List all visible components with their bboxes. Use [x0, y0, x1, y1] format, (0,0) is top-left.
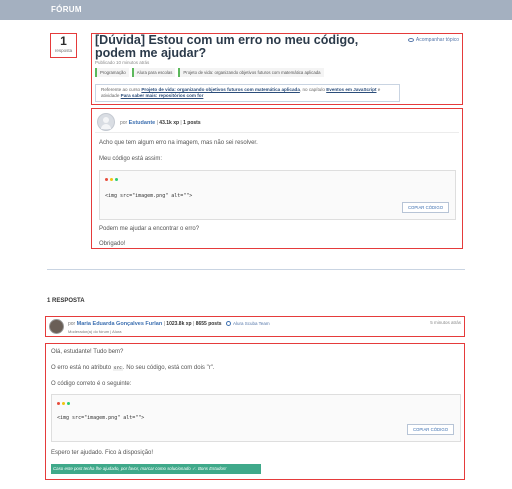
answer-paragraph: Olá, estudante! Tudo bem? — [51, 349, 124, 355]
course-link[interactable]: Projeto de vida: organizando objetivos f… — [141, 87, 300, 92]
answer-time: 5 minutos atrás — [430, 320, 461, 325]
follow-label: Acompanhar tópico — [415, 37, 459, 43]
tag[interactable]: Projeto de vida: organizando objetivos f… — [178, 68, 324, 77]
window-dots — [105, 178, 118, 181]
answer-author-meta: por Maria Eduarda Gonçalves Furlan | 102… — [68, 321, 270, 327]
question-paragraph: Obrigado! — [99, 241, 126, 247]
answer-paragraph: O código correto é o seguinte: — [51, 381, 132, 387]
answers-count-heading: 1 RESPOSTA — [47, 298, 85, 304]
yellow-dot-icon — [62, 402, 65, 405]
inline-code: src — [112, 366, 123, 371]
author-posts: 8655 posts — [195, 321, 222, 327]
green-dot-icon — [67, 402, 70, 405]
code-line: <img src="imagem.png" alt=""> — [57, 415, 145, 421]
author-posts: 1 posts — [183, 120, 201, 126]
avatar[interactable] — [49, 319, 64, 334]
window-dots — [57, 402, 70, 405]
question-author-meta: por Estudante | 43.1k xp | 1 posts — [120, 120, 201, 126]
tag[interactable]: Alura para escolas — [131, 68, 176, 77]
author-role: Moderador(a) do fórum | Alura — [68, 329, 122, 334]
yellow-dot-icon — [110, 178, 113, 181]
green-dot-icon — [115, 178, 118, 181]
answer-author-bar: por Maria Eduarda Gonçalves Furlan | 102… — [45, 316, 465, 337]
author-name[interactable]: Maria Eduarda Gonçalves Furlan — [77, 321, 163, 327]
topic-title: [Dúvida] Estou com um erro no meu código… — [95, 33, 359, 60]
code-block: <img src="imagem.png" alt=""> COPIAR CÓD… — [99, 170, 456, 220]
red-dot-icon — [57, 402, 60, 405]
tag-list: Programação Alura para escolas Projeto d… — [95, 68, 324, 77]
tag[interactable]: Programação — [95, 68, 129, 77]
solved-note: Caso este post tenha lhe ajudado, por fa… — [51, 464, 261, 474]
by-label: por — [68, 321, 76, 327]
follow-topic-button[interactable]: Acompanhar tópico — [407, 37, 459, 43]
answer-post: Olá, estudante! Tudo bem? O erro está no… — [45, 343, 465, 480]
answer-paragraph: Espero ter ajudado. Fico à disposição! — [51, 450, 154, 456]
team-label[interactable]: Alura Scuba Team — [233, 321, 270, 326]
question-paragraph: Acho que tem algum erro na imagem, mas n… — [99, 140, 258, 146]
forum-nav-label[interactable]: FÓRUM — [51, 5, 82, 14]
eye-icon — [407, 37, 414, 42]
answer-count-label: resposta — [54, 48, 73, 53]
author-xp: 43.1k xp — [159, 120, 180, 126]
team-icon — [225, 321, 231, 327]
question-post: por Estudante | 43.1k xp | 1 posts Acho … — [91, 108, 463, 249]
divider — [47, 269, 465, 270]
chapter-link[interactable]: Eventos em JavaScript — [326, 87, 376, 92]
topic-header: [Dúvida] Estou com um erro no meu código… — [91, 33, 463, 105]
answer-counter: 1 resposta — [50, 33, 77, 58]
posted-time: Publicado 10 minutos atrás — [95, 60, 150, 65]
top-bar: FÓRUM — [0, 0, 512, 20]
code-line: <img src="imagem.png" alt=""> — [105, 193, 193, 199]
answer-paragraph: O erro está no atributo src. No seu códi… — [51, 365, 215, 371]
answer-text: O erro está no atributo — [51, 365, 112, 371]
copy-code-button[interactable]: COPIAR CÓDIGO — [407, 424, 454, 435]
activity-link[interactable]: Para saber mais: repositórios com for — [121, 93, 204, 98]
by-label: por — [120, 120, 128, 126]
code-block: <img src="imagem.png" alt=""> COPIAR CÓD… — [51, 394, 461, 442]
question-paragraph: Podem me ajudar a encontrar o erro? — [99, 226, 200, 232]
question-author-bar: por Estudante | 43.1k xp | 1 posts — [95, 111, 459, 133]
copy-code-button[interactable]: COPIAR CÓDIGO — [402, 202, 449, 213]
author-xp: 1023.8k xp — [166, 321, 192, 327]
red-dot-icon — [105, 178, 108, 181]
author-name[interactable]: Estudante — [129, 120, 156, 126]
question-paragraph: Meu código está assim: — [99, 156, 163, 162]
chapter-prefix: , no capítulo — [299, 87, 325, 92]
avatar[interactable] — [97, 113, 115, 131]
answer-text: . No seu código, está com dois "r". — [122, 365, 215, 371]
course-ref-prefix: Referente ao curso — [101, 87, 141, 92]
course-reference: Referente ao curso Projeto de vida: orga… — [95, 84, 400, 102]
answer-count: 1 — [60, 34, 67, 48]
